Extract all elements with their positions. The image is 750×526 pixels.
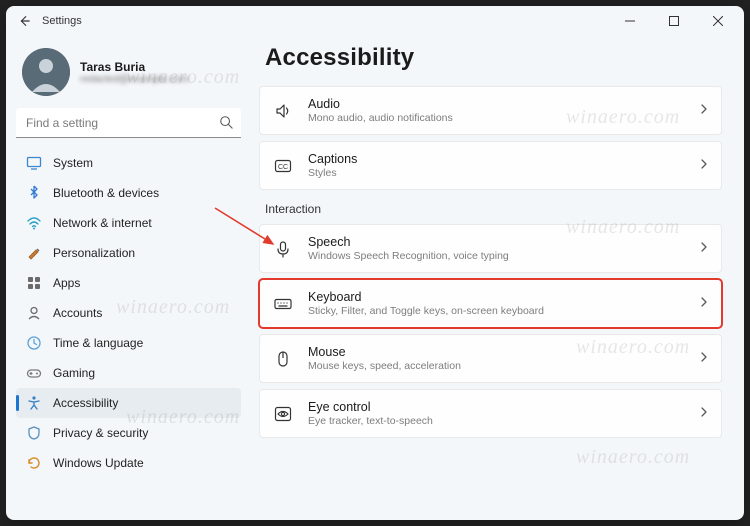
sidebar: Taras Buria redacted@example.com System B… bbox=[6, 36, 251, 520]
sidebar-item-label: Gaming bbox=[53, 366, 95, 380]
sidebar-item-label: Personalization bbox=[53, 246, 135, 260]
section-label: Interaction bbox=[265, 202, 722, 216]
gaming-icon bbox=[26, 365, 42, 381]
card-title: Keyboard bbox=[308, 290, 699, 304]
chevron-right-icon bbox=[699, 157, 709, 175]
card-desc: Windows Speech Recognition, voice typing bbox=[308, 250, 699, 262]
sidebar-item-label: Network & internet bbox=[53, 216, 152, 230]
avatar bbox=[22, 48, 70, 96]
sidebar-item-privacy[interactable]: Privacy & security bbox=[16, 418, 241, 448]
settings-window: Settings Taras Buria redacted@example.co… bbox=[6, 6, 744, 520]
chevron-right-icon bbox=[699, 102, 709, 120]
time-icon bbox=[26, 335, 42, 351]
back-button[interactable] bbox=[10, 7, 38, 35]
sidebar-item-label: Time & language bbox=[53, 336, 143, 350]
sidebar-item-label: Windows Update bbox=[53, 456, 144, 470]
sidebar-item-label: Apps bbox=[53, 276, 80, 290]
minimize-icon bbox=[625, 16, 635, 26]
eye-icon bbox=[272, 403, 294, 425]
audio-icon bbox=[272, 100, 294, 122]
sidebar-item-system[interactable]: System bbox=[16, 148, 241, 178]
page-title: Accessibility bbox=[265, 44, 722, 72]
update-icon bbox=[26, 455, 42, 471]
sidebar-item-bluetooth[interactable]: Bluetooth & devices bbox=[16, 178, 241, 208]
titlebar: Settings bbox=[6, 6, 744, 36]
card-desc: Mouse keys, speed, acceleration bbox=[308, 360, 699, 372]
accessibility-icon bbox=[26, 395, 42, 411]
wifi-icon bbox=[26, 215, 42, 231]
sidebar-item-label: Privacy & security bbox=[53, 426, 148, 440]
accounts-icon bbox=[26, 305, 42, 321]
sidebar-item-gaming[interactable]: Gaming bbox=[16, 358, 241, 388]
arrow-left-icon bbox=[17, 14, 31, 28]
window-title: Settings bbox=[42, 15, 82, 27]
card-desc: Sticky, Filter, and Toggle keys, on-scre… bbox=[308, 305, 699, 317]
card-title: Mouse bbox=[308, 345, 699, 359]
card-speech[interactable]: Speech Windows Speech Recognition, voice… bbox=[259, 224, 722, 273]
sidebar-nav: System Bluetooth & devices Network & inter… bbox=[16, 148, 241, 478]
card-captions[interactable]: CC Captions Styles bbox=[259, 141, 722, 190]
chevron-right-icon bbox=[699, 295, 709, 313]
card-mouse[interactable]: Mouse Mouse keys, speed, acceleration bbox=[259, 334, 722, 383]
sidebar-item-label: Accounts bbox=[53, 306, 102, 320]
chevron-right-icon bbox=[699, 350, 709, 368]
privacy-icon bbox=[26, 425, 42, 441]
card-eye[interactable]: Eye control Eye tracker, text-to-speech bbox=[259, 389, 722, 438]
apps-icon bbox=[26, 275, 42, 291]
search-input[interactable] bbox=[16, 108, 241, 138]
profile-block[interactable]: Taras Buria redacted@example.com bbox=[16, 42, 241, 108]
chevron-right-icon bbox=[699, 240, 709, 258]
card-keyboard[interactable]: Keyboard Sticky, Filter, and Toggle keys… bbox=[259, 279, 722, 328]
sidebar-item-time[interactable]: Time & language bbox=[16, 328, 241, 358]
sidebar-item-accessibility[interactable]: Accessibility bbox=[16, 388, 241, 418]
card-desc: Mono audio, audio notifications bbox=[308, 112, 699, 124]
system-icon bbox=[26, 155, 42, 171]
close-icon bbox=[713, 16, 723, 26]
card-desc: Styles bbox=[308, 167, 699, 179]
chevron-right-icon bbox=[699, 405, 709, 423]
minimize-button[interactable] bbox=[608, 6, 652, 36]
captions-icon: CC bbox=[272, 155, 294, 177]
profile-name: Taras Buria bbox=[80, 60, 189, 74]
profile-email: redacted@example.com bbox=[80, 74, 189, 85]
svg-text:CC: CC bbox=[278, 164, 288, 171]
personalization-icon bbox=[26, 245, 42, 261]
mouse-icon bbox=[272, 348, 294, 370]
main-content: Accessibility Audio Mono audio, audio no… bbox=[251, 36, 744, 520]
card-title: Captions bbox=[308, 152, 699, 166]
sidebar-item-wifi[interactable]: Network & internet bbox=[16, 208, 241, 238]
bluetooth-icon bbox=[26, 185, 42, 201]
maximize-icon bbox=[669, 16, 679, 26]
sidebar-item-apps[interactable]: Apps bbox=[16, 268, 241, 298]
sidebar-item-update[interactable]: Windows Update bbox=[16, 448, 241, 478]
card-title: Eye control bbox=[308, 400, 699, 414]
sidebar-item-label: Accessibility bbox=[53, 396, 118, 410]
sidebar-item-label: Bluetooth & devices bbox=[53, 186, 159, 200]
maximize-button[interactable] bbox=[652, 6, 696, 36]
keyboard-icon bbox=[272, 293, 294, 315]
close-button[interactable] bbox=[696, 6, 740, 36]
card-title: Speech bbox=[308, 235, 699, 249]
sidebar-item-label: System bbox=[53, 156, 93, 170]
card-audio[interactable]: Audio Mono audio, audio notifications bbox=[259, 86, 722, 135]
sidebar-item-personalization[interactable]: Personalization bbox=[16, 238, 241, 268]
card-desc: Eye tracker, text-to-speech bbox=[308, 415, 699, 427]
sidebar-item-accounts[interactable]: Accounts bbox=[16, 298, 241, 328]
search-box bbox=[16, 108, 241, 138]
card-title: Audio bbox=[308, 97, 699, 111]
search-icon bbox=[219, 115, 233, 134]
speech-icon bbox=[272, 238, 294, 260]
